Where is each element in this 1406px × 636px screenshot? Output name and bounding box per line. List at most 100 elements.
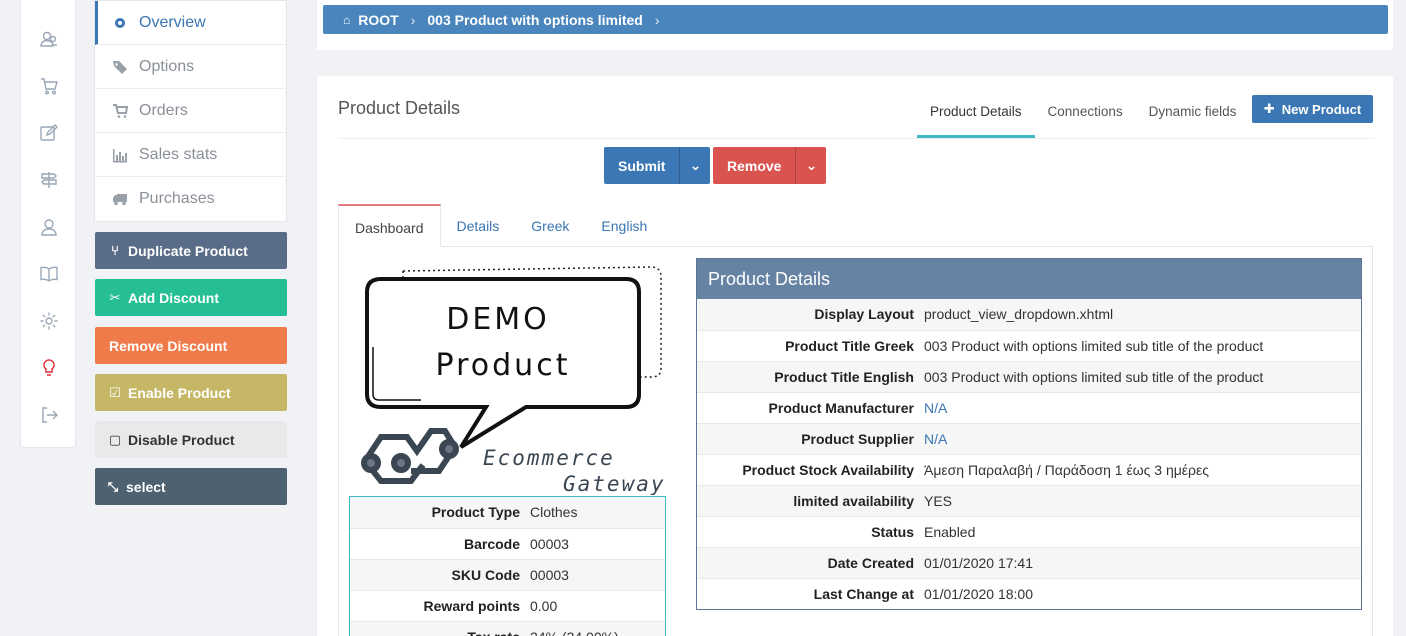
breadcrumb: ⌂ ROOT › 003 Product with options limite… [323,5,1388,34]
new-product-label: New Product [1281,101,1362,117]
chevron-down-icon[interactable]: ⌄ [795,147,826,184]
tab-greek[interactable]: Greek [515,204,585,246]
main-card: Product Details Product Details Connecti… [317,76,1393,636]
tags-icon [111,59,129,75]
sidebar-item-purchases[interactable]: Purchases [95,177,286,221]
signpost-icon[interactable] [38,169,60,191]
table-row: Product Title Greek 003 Product with opti… [697,330,1361,362]
row-key: Last Change at [813,585,914,602]
row-value: 01/01/2020 18:00 [924,585,1033,602]
enable-product-button[interactable]: ☑ Enable Product [95,374,287,411]
table-row: Status Enabled [697,516,1361,548]
sub-tabs: Dashboard Details Greek English [338,204,1373,247]
row-value: Άμεση Παραλαβή / Παράδοση 1 έως 3 ημέρες [924,454,1361,486]
product-details-panel: Product Details Display Layout product_vi… [696,258,1362,610]
tab-english[interactable]: English [585,204,663,246]
row-key: Product Type [350,497,530,529]
row-key: Product Supplier [697,423,924,455]
row-value: Clothes [530,497,665,529]
remove-discount-button[interactable]: Remove Discount [95,327,287,364]
row-value: product_view_dropdown.xhtml [924,299,1361,331]
table-row: Barcode 00003 [350,528,665,560]
sidebar-item-sales-stats[interactable]: Sales stats [95,133,286,177]
table-row: limited availability YES [697,485,1361,517]
sidebar-menu: Overview Options Orders Sales stats Purc… [94,0,287,222]
logout-icon[interactable] [38,404,60,426]
cart-icon [111,103,129,119]
chevron-right-icon: › [654,11,660,28]
row-key: limited availability [697,485,924,517]
table-row: Product Supplier N/A [697,423,1361,455]
row-key: SKU Code [350,559,530,591]
row-key: Product Manufacturer [697,392,924,424]
sidebar-item-overview[interactable]: Overview [95,1,286,45]
tab-details[interactable]: Details [441,204,516,246]
submit-button[interactable]: Submit [604,147,679,184]
tab-product-details[interactable]: Product Details [917,94,1035,138]
tab-dashboard[interactable]: Dashboard [338,204,441,247]
row-key: Display Layout [697,299,924,331]
row-value: 0.00 [530,590,665,622]
disable-product-button[interactable]: ▢ Disable Product [95,421,287,458]
new-product-button[interactable]: ✚ New Product [1252,95,1373,123]
chevron-down-icon[interactable]: ⌄ [679,147,710,184]
table-row: Product Stock Availability Άμεση Παραλαβή… [697,454,1361,486]
checkbox-empty-icon: ▢ [108,431,122,447]
duplicate-product-label: Duplicate Product [128,242,248,259]
row-key: Barcode [350,528,530,560]
disable-product-label: Disable Product [128,431,235,448]
enable-product-label: Enable Product [128,384,231,401]
gear-icon [111,15,129,31]
row-value: 00003 [530,528,665,560]
manufacturer-link[interactable]: N/A [924,392,1361,424]
row-value: 24% (24.00%) [530,621,665,636]
table-row: Product Manufacturer N/A [697,392,1361,424]
gear-icon[interactable] [38,310,60,332]
row-key: Status [697,516,924,548]
product-image: DEMO Product Ecommerce Gateway [361,266,666,495]
top-tabs: Product Details Connections Dynamic fiel… [917,94,1249,138]
icon-rail [20,0,76,448]
remove-split-button: Remove ⌄ [713,147,827,184]
table-row: Tax rate24% (24.00%) [350,621,665,636]
sidebar-item-options[interactable]: Options [95,45,286,89]
table-row: Reward points 0.00 [350,590,665,622]
page-title: Product Details [338,98,461,118]
book-icon[interactable] [38,263,60,285]
chevron-right-icon: › [410,11,416,28]
duplicate-product-button[interactable]: ⑂ Duplicate Product [95,232,287,269]
cart-icon[interactable] [38,75,60,97]
edit-icon[interactable] [38,122,60,144]
submit-split-button: Submit ⌄ [604,147,711,184]
row-value: 003 Product with options limited sub tit… [924,330,1361,362]
users-icon[interactable] [38,28,60,50]
remove-discount-label: Remove Discount [109,337,228,354]
add-discount-button[interactable]: ✂ Add Discount [95,279,287,316]
breadcrumb-root[interactable]: ROOT [358,12,398,28]
table-row: Display Layout product_view_dropdown.xhtm… [697,299,1361,331]
user-icon[interactable] [38,216,60,238]
compress-icon: ⤡ [107,478,119,494]
home-icon: ⌂ [343,12,351,27]
row-value: YES [924,485,1361,517]
breadcrumb-current[interactable]: 003 Product with options limited [427,12,642,28]
sidebar-item-orders[interactable]: Orders [95,89,286,133]
select-button[interactable]: ⤡ select [95,468,287,505]
row-key: Product Stock Availability [697,454,924,486]
sidebar-item-label: Purchases [139,190,215,207]
sidebar-item-label: Options [139,57,195,75]
remove-button[interactable]: Remove [713,147,795,184]
supplier-link[interactable]: N/A [924,423,1361,455]
row-key: Reward points [350,590,530,622]
bar-chart-icon [111,147,129,163]
tab-dynamic-fields[interactable]: Dynamic fields [1136,94,1250,138]
row-value: 01/01/2020 17:41 [924,547,1361,579]
gateway-logo-icon [361,428,459,484]
brand-line2: Gateway [563,472,666,495]
scissors-icon: ✂ [109,289,121,305]
lightbulb-icon[interactable] [38,357,60,379]
tab-connections[interactable]: Connections [1035,94,1136,138]
row-value: Enabled [924,516,1361,548]
table-row: Product Type Clothes [350,497,665,529]
product-info-table: Product Type Clothes Barcode 00003 SKU Cod… [349,496,666,636]
